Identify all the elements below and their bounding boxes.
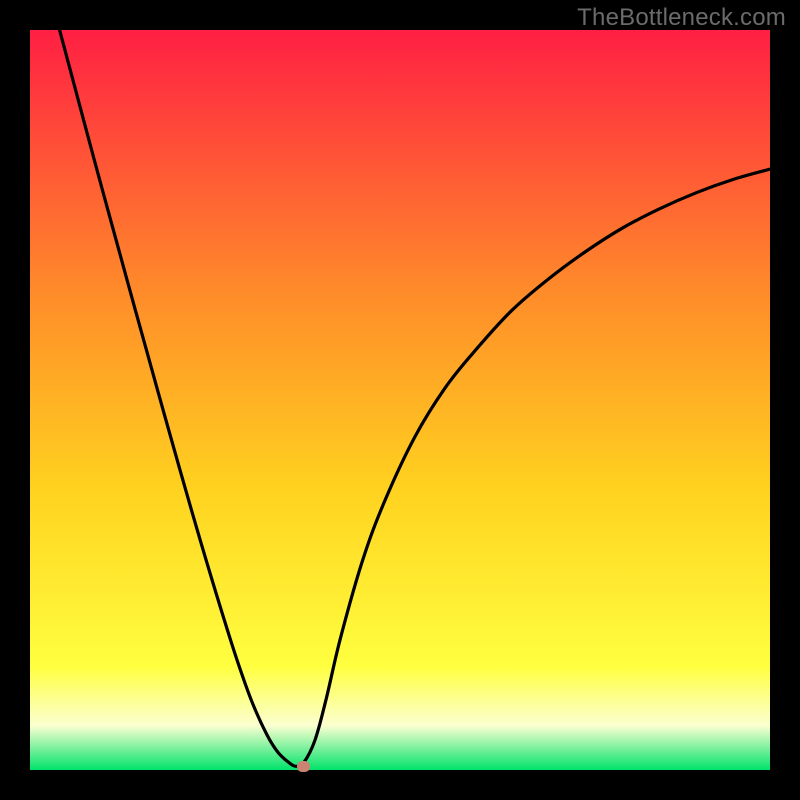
gradient-background <box>30 30 770 770</box>
watermark-text: TheBottleneck.com <box>577 4 786 32</box>
chart-svg <box>30 30 770 770</box>
plot-area <box>30 30 770 770</box>
chart-frame: TheBottleneck.com <box>0 0 800 800</box>
optimum-marker <box>297 761 310 772</box>
